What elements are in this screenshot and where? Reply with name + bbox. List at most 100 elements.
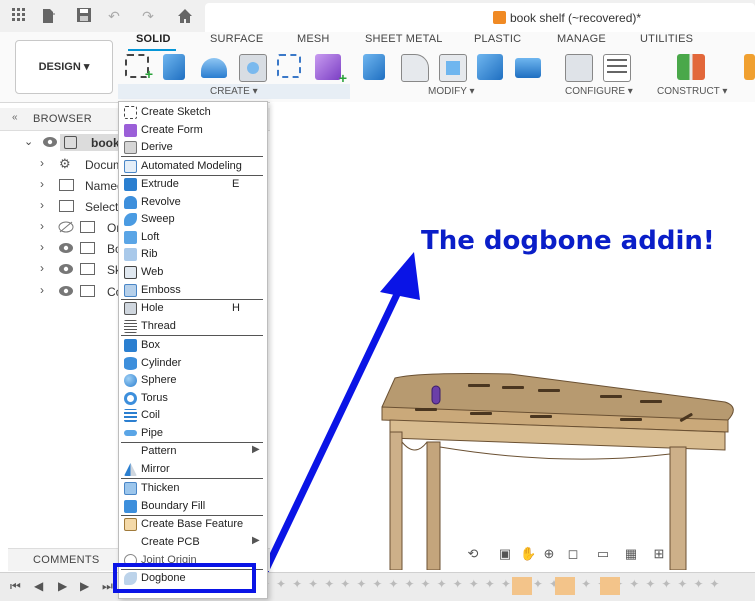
menu-separator [121, 478, 263, 479]
menu-item-web[interactable]: Web [119, 264, 265, 281]
save-icon[interactable] [76, 8, 92, 24]
menu-item-cylinder[interactable]: Cylinder [119, 355, 265, 372]
menu-item-thread[interactable]: Thread [119, 318, 265, 335]
create-dropdown-menu: Create Sketch Create Form Derive Automat… [118, 101, 268, 599]
menu-item-sphere[interactable]: Sphere [119, 372, 265, 389]
chevron-right-icon[interactable]: › [40, 198, 44, 212]
timeline-play-icon[interactable]: ▶ [58, 579, 67, 593]
chevron-right-icon[interactable]: › [40, 177, 44, 191]
menu-item-rib[interactable]: Rib [119, 246, 265, 263]
shell-tool-icon[interactable] [439, 54, 467, 82]
visibility-eye-icon[interactable] [58, 263, 74, 278]
display-settings-icon[interactable]: ▭ [596, 547, 610, 561]
configure-group-label[interactable]: CONFIGURE ▾ [565, 86, 633, 97]
grid-icon[interactable]: ▦ [624, 547, 638, 561]
menu-item-sweep[interactable]: Sweep [119, 211, 265, 228]
pan-hand-icon[interactable]: ✋ [520, 547, 536, 561]
chevron-right-icon[interactable]: › [40, 261, 44, 275]
timeline-forward-icon[interactable]: ▶ [80, 579, 89, 593]
construct-plane-tool-icon[interactable] [677, 54, 705, 80]
revolve-tool-icon[interactable] [201, 58, 227, 78]
tab-surface[interactable]: SURFACE [210, 33, 263, 45]
combine-tool-icon[interactable] [477, 54, 503, 80]
tab-solid[interactable]: SOLID [136, 33, 171, 45]
tab-plastic[interactable]: PLASTIC [474, 33, 521, 45]
timeline-end-icon[interactable]: ⏭ [102, 579, 113, 594]
menu-item-boundary-fill[interactable]: Boundary Fill [119, 498, 265, 515]
inspect-tool-icon[interactable] [744, 54, 755, 80]
scale-tool-icon[interactable] [515, 58, 541, 78]
workspace-switcher-button[interactable]: DESIGN ▾ [15, 40, 113, 94]
fit-icon[interactable]: ◻ [566, 547, 580, 561]
configure-rules-tool-icon[interactable] [603, 54, 631, 82]
menu-item-thicken[interactable]: Thicken [119, 480, 265, 497]
chevron-right-icon[interactable]: › [40, 156, 44, 170]
rectangular-pattern-tool-icon[interactable] [277, 54, 301, 78]
orbit-icon[interactable]: ⟲ [466, 547, 480, 561]
menu-item-box[interactable]: Box [119, 337, 265, 354]
menu-item-label: Create Form [141, 124, 203, 136]
collapse-panel-icon[interactable]: « [12, 112, 18, 123]
menu-item-pipe[interactable]: Pipe [119, 425, 265, 442]
look-at-icon[interactable]: ▣ [498, 547, 512, 561]
tab-mesh[interactable]: MESH [297, 33, 330, 45]
press-pull-tool-icon[interactable] [363, 54, 385, 80]
chevron-right-icon[interactable]: › [40, 240, 44, 254]
menu-item-automated-modeling[interactable]: Automated Modeling [119, 158, 265, 175]
create-sketch-tool-icon[interactable]: + [125, 54, 153, 82]
fillet-tool-icon[interactable] [401, 54, 429, 82]
menu-item-create-base-feature[interactable]: Create Base Feature [119, 516, 265, 533]
visibility-eye-icon[interactable] [58, 285, 74, 300]
visibility-eye-icon[interactable] [58, 242, 74, 257]
menu-item-create-form[interactable]: Create Form [119, 122, 265, 139]
extrude-tool-icon[interactable] [163, 54, 185, 80]
visibility-eye-icon[interactable] [42, 136, 58, 151]
menu-item-mirror[interactable]: Mirror [119, 461, 265, 478]
timeline-start-icon[interactable]: ⏮ [10, 579, 21, 594]
create-form-tool-icon[interactable]: + [315, 54, 347, 86]
file-menu-icon[interactable] [40, 8, 56, 24]
viewports-icon[interactable]: ⊞ [652, 547, 666, 561]
tab-utilities[interactable]: UTILITIES [640, 33, 693, 45]
configure-group-text: CONFIGURE [565, 86, 625, 97]
modify-group-label[interactable]: MODIFY ▾ [428, 86, 475, 97]
home-icon[interactable] [177, 8, 193, 24]
menu-item-emboss[interactable]: Emboss [119, 282, 265, 299]
browser-title: BROWSER [33, 113, 92, 125]
timeline-feature-sketch[interactable] [512, 577, 532, 595]
hole-tool-icon[interactable] [239, 54, 267, 82]
create-sketch-icon [124, 106, 137, 119]
configure-table-tool-icon[interactable] [565, 54, 593, 82]
menu-item-label: Create Base Feature [141, 518, 244, 530]
tab-manage[interactable]: MANAGE [557, 33, 606, 45]
apps-grid-icon[interactable] [11, 8, 27, 24]
modify-group-text: MODIFY [428, 86, 467, 97]
undo-icon[interactable]: ↶ [106, 8, 122, 24]
create-group-label[interactable]: CREATE ▾ [210, 86, 258, 97]
menu-item-derive[interactable]: Derive [119, 139, 265, 156]
menu-item-hole[interactable]: Hole H [119, 300, 265, 317]
menu-item-create-sketch[interactable]: Create Sketch [119, 104, 265, 121]
chevron-right-icon[interactable]: › [40, 219, 44, 233]
tab-sheet-metal[interactable]: SHEET METAL [365, 33, 443, 45]
annotation-text: The dogbone addin! [421, 226, 715, 256]
chevron-down-icon[interactable]: ⌄ [24, 135, 33, 148]
construct-group-label[interactable]: CONSTRUCT ▾ [657, 86, 727, 97]
menu-item-loft[interactable]: Loft [119, 229, 265, 246]
hidden-eye-icon[interactable] [58, 221, 74, 236]
redo-icon[interactable]: ↷ [140, 8, 156, 24]
timeline-feature-sketch[interactable] [555, 577, 575, 595]
chevron-right-icon[interactable]: › [40, 283, 44, 297]
menu-item-coil[interactable]: Coil [119, 407, 265, 424]
zoom-icon[interactable]: ⊕ [542, 547, 556, 561]
menu-item-label: Box [141, 339, 160, 351]
menu-item-create-pcb[interactable]: Create PCB ▶ [119, 534, 265, 551]
document-tab[interactable] [205, 3, 755, 32]
menu-item-revolve[interactable]: Revolve [119, 194, 265, 211]
menu-item-torus[interactable]: Torus [119, 390, 265, 407]
menu-item-extrude[interactable]: Extrude E [119, 176, 265, 193]
timeline-feature-sketch[interactable] [600, 577, 620, 595]
timeline-features[interactable]: ✦✦✦✦✦✦✦✦✦✦✦✦✦✦✦✦✦✦✦✦✦✦✦✦✦✦✦✦✦ [260, 577, 740, 597]
timeline-back-icon[interactable]: ◀ [34, 579, 43, 593]
menu-item-pattern[interactable]: Pattern ▶ [119, 443, 265, 460]
